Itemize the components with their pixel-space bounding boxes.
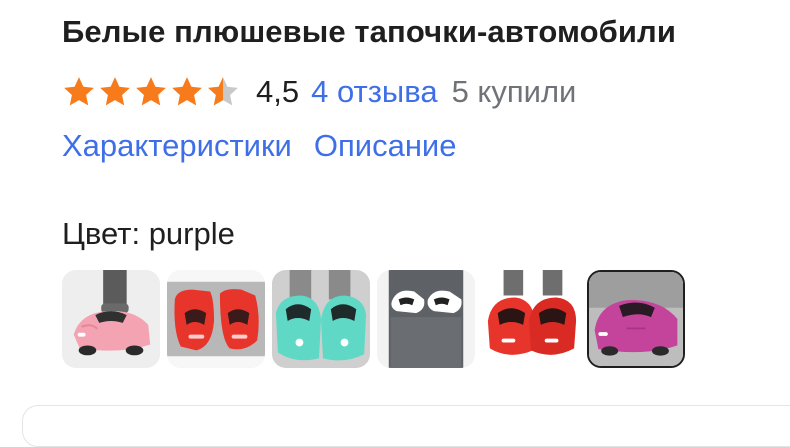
rating-stars (62, 75, 242, 109)
star-half-icon (208, 77, 238, 106)
star-full-icon (172, 77, 202, 106)
rating-value: 4,5 (256, 74, 300, 109)
color-option-pink[interactable] (62, 270, 160, 368)
white-car-slipper-image (377, 270, 475, 368)
color-option-red[interactable] (482, 270, 580, 368)
reviews-link[interactable]: 4 отзыва (311, 74, 437, 110)
color-option-white[interactable] (377, 270, 475, 368)
red-car-slipper-image (482, 270, 580, 368)
rating-row: 4,5 4 отзыва 5 купили (62, 70, 576, 114)
color-option-purple[interactable] (587, 270, 685, 368)
red-car-slipper-image (167, 270, 265, 368)
color-option-mint[interactable] (272, 270, 370, 368)
color-option-red[interactable] (167, 270, 265, 368)
purple-car-slipper-image (589, 272, 683, 366)
color-label: Цвет: purple (62, 216, 235, 251)
mint-car-slipper-image (272, 270, 370, 368)
bought-count: 5 купили (451, 74, 577, 109)
tab-characteristics[interactable]: Характеристики (62, 128, 292, 164)
tab-description[interactable]: Описание (314, 128, 457, 164)
product-title: Белые плюшевые тапочки-автомобили (62, 14, 677, 49)
next-section-card (22, 405, 790, 447)
product-tabs: Характеристики Описание (62, 128, 479, 164)
star-full-icon (136, 77, 166, 106)
color-swatches (62, 270, 692, 370)
pink-car-slipper-image (62, 270, 160, 368)
star-full-icon (64, 77, 94, 106)
star-full-icon (100, 77, 130, 106)
